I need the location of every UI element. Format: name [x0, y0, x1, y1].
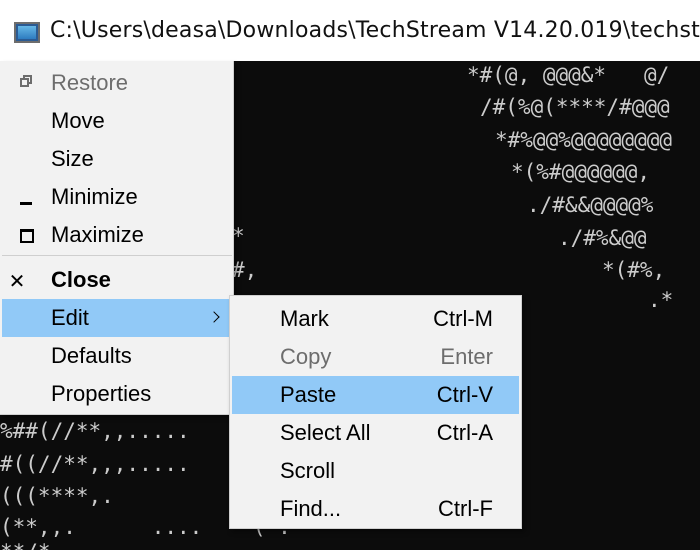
menu-separator: [2, 255, 232, 256]
menu-item-label: Minimize: [51, 184, 138, 209]
console-line: (((****,.: [0, 484, 114, 508]
title-bar[interactable]: C:\Users\deasa\Downloads\TechStream V14.…: [0, 0, 700, 61]
console-line: /#(%@(****/#@@@: [480, 95, 670, 119]
menu-item-label: Find...: [280, 496, 342, 521]
console-line: #((//**,,,.....: [0, 452, 190, 476]
menu-item-label: Size: [51, 146, 94, 171]
menu-item-label: Close: [51, 267, 111, 292]
restore-icon: [15, 64, 39, 102]
menu-item-label: Restore: [51, 70, 129, 95]
menu-item-edit[interactable]: Edit: [2, 299, 232, 337]
menu-item-label: Copy: [280, 344, 332, 369]
menu-item-size[interactable]: Size: [2, 140, 232, 178]
chevron-right-icon: [208, 311, 220, 323]
console-line: %##(//**,,.....: [0, 419, 190, 443]
menu-item-label: Paste: [280, 382, 337, 407]
menu-item-copy[interactable]: Copy Enter: [232, 338, 519, 376]
menu-item-label: Move: [51, 108, 105, 133]
minimize-icon: [15, 178, 39, 216]
console-line: #,: [232, 258, 258, 282]
console-line: ./#&&@@@@%: [527, 193, 654, 217]
menu-item-label: Select All: [280, 420, 371, 445]
console-line: *#(@, @@@&* @/: [467, 63, 670, 87]
menu-item-restore[interactable]: Restore: [2, 64, 232, 102]
menu-item-shortcut: Enter: [440, 344, 493, 369]
edit-submenu: Mark Ctrl-M Copy Enter Paste Ctrl-V Sele…: [229, 295, 522, 529]
menu-item-label: Edit: [51, 305, 89, 330]
console-line: **/*: [0, 541, 51, 550]
menu-item-shortcut: Ctrl-A: [436, 420, 493, 445]
system-menu: Restore Move Size Minimize Maximize ✕ Cl…: [0, 61, 234, 415]
menu-item-label: Properties: [51, 381, 152, 406]
menu-item-properties[interactable]: Properties: [2, 375, 232, 413]
menu-item-shortcut: Ctrl-M: [433, 306, 493, 331]
window-title: C:\Users\deasa\Downloads\TechStream V14.…: [50, 18, 700, 43]
menu-item-label: Scroll: [280, 458, 336, 483]
menu-item-maximize[interactable]: Maximize: [2, 216, 232, 254]
menu-item-shortcut: Ctrl-V: [436, 382, 493, 407]
menu-item-move[interactable]: Move: [2, 102, 232, 140]
console-line: .* .: [648, 288, 700, 312]
menu-item-label: Mark: [280, 306, 329, 331]
menu-item-label: Maximize: [51, 222, 144, 247]
menu-item-shortcut: Ctrl-F: [438, 496, 493, 521]
menu-item-find[interactable]: Find... Ctrl-F: [232, 490, 519, 528]
menu-item-label: Defaults: [51, 343, 132, 368]
menu-item-minimize[interactable]: Minimize: [2, 178, 232, 216]
close-icon: ✕: [8, 269, 26, 293]
console-app-icon[interactable]: [14, 22, 40, 43]
menu-item-defaults[interactable]: Defaults: [2, 337, 232, 375]
console-line: ./#%&@@: [558, 226, 647, 250]
menu-item-scroll[interactable]: Scroll: [232, 452, 519, 490]
console-line: *(#%,: [602, 258, 666, 282]
console-line: *(%#@@@@@@,: [511, 160, 651, 184]
maximize-icon: [15, 216, 39, 254]
menu-item-close[interactable]: ✕ Close: [2, 261, 232, 299]
menu-item-paste[interactable]: Paste Ctrl-V: [232, 376, 519, 414]
menu-item-select-all[interactable]: Select All Ctrl-A: [232, 414, 519, 452]
console-line: *#%@@%@@@@@@@@: [495, 128, 673, 152]
menu-item-mark[interactable]: Mark Ctrl-M: [232, 300, 519, 338]
